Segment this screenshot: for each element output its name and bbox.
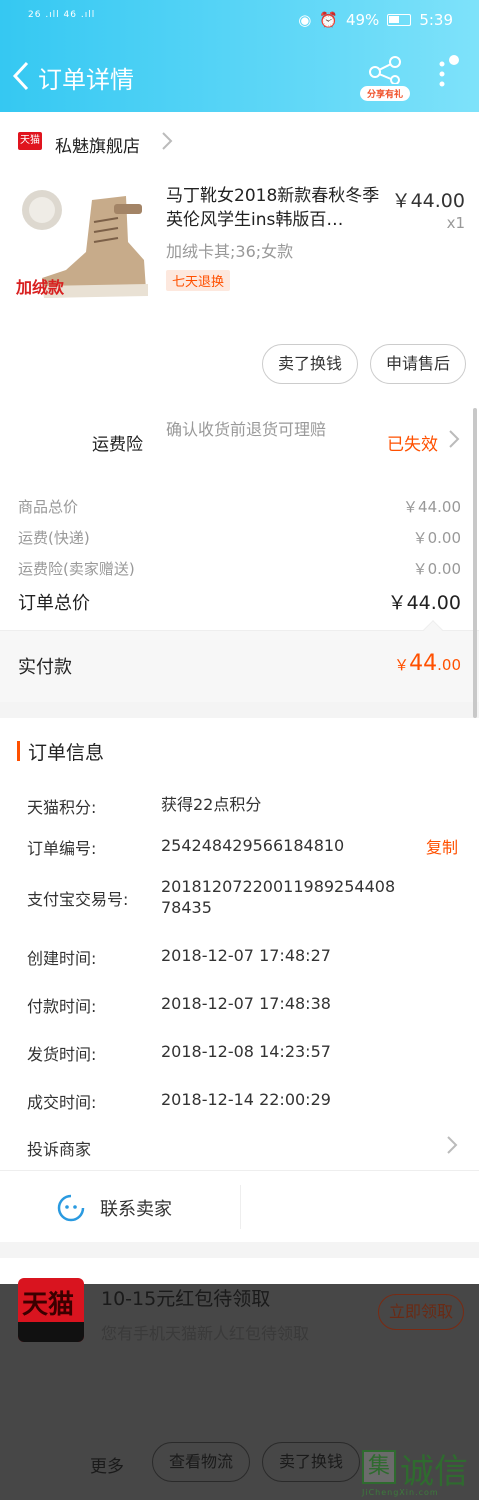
paid-amount-row: 实付款 ￥44.00 bbox=[0, 620, 479, 702]
bottom-sell-button[interactable]: 卖了换钱 bbox=[262, 1442, 360, 1482]
chat-icon[interactable] bbox=[56, 1193, 86, 1223]
status-right: ◉ ⏰ 49% 5:39 bbox=[298, 11, 453, 29]
info-key-completed: 成交时间: bbox=[27, 1093, 97, 1112]
info-value-completed: 2018-12-14 22:00:29 bbox=[161, 1090, 331, 1109]
navbar: 订单详情 分享有礼 bbox=[0, 46, 479, 106]
status-bar: 26 .ıll 46 .ıll ◉ ⏰ 49% 5:39 bbox=[0, 0, 479, 40]
watermark-sub: JiChengXin.com bbox=[362, 1488, 439, 1497]
copy-button[interactable]: 复制 bbox=[426, 834, 458, 858]
goods-total-label: 商品总价 bbox=[18, 498, 79, 516]
paid-value: ￥44.00 bbox=[394, 651, 461, 676]
product-quantity: x1 bbox=[446, 214, 465, 232]
tmall-logo-text: 天猫 bbox=[22, 1290, 75, 1320]
claim-button[interactable]: 立即领取 bbox=[378, 1294, 464, 1330]
paid-decimal: .00 bbox=[437, 656, 461, 674]
shipping-insurance-desc: 确认收货前退货可理赔 bbox=[166, 420, 327, 439]
watermark-box: 集 bbox=[362, 1450, 396, 1484]
product-sku: 加绒卡其;36;女款 bbox=[166, 242, 294, 261]
share-label: 分享有礼 bbox=[360, 86, 410, 101]
info-value-created: 2018-12-07 17:48:27 bbox=[161, 946, 331, 965]
battery-percent: 49% bbox=[345, 11, 380, 29]
store-name[interactable]: 私魅旗舰店 bbox=[55, 132, 140, 157]
section-accent-bar bbox=[17, 741, 20, 761]
paid-label: 实付款 bbox=[18, 657, 72, 678]
contact-bar: 联系卖家 bbox=[0, 1170, 479, 1242]
product-image-badge: 加绒款 bbox=[16, 278, 65, 297]
info-key-alipay-number: 支付宝交易号: bbox=[27, 890, 129, 909]
sell-button[interactable]: 卖了换钱 bbox=[262, 344, 358, 384]
divider bbox=[240, 1185, 241, 1229]
more-button[interactable]: 更多 bbox=[90, 1452, 124, 1477]
scrollbar[interactable] bbox=[473, 408, 477, 718]
order-info-card: 订单信息 天猫积分: 获得22点积分 订单编号: 254248429566184… bbox=[0, 718, 479, 1170]
after-sale-button[interactable]: 申请售后 bbox=[370, 344, 466, 384]
chevron-right-icon[interactable] bbox=[447, 428, 461, 450]
watermark-logo: 集 诚信 JiChengXin.com bbox=[362, 1442, 479, 1500]
info-key-created: 创建时间: bbox=[27, 949, 97, 968]
paid-currency: ￥ bbox=[394, 656, 410, 674]
paid-integer: 44 bbox=[409, 651, 438, 676]
order-total-label: 订单总价 bbox=[18, 593, 90, 614]
insurance-fee-label: 运费险(卖家赠送) bbox=[18, 560, 135, 578]
info-key-points: 天猫积分: bbox=[27, 798, 97, 817]
price-summary-card: 运费险 确认收货前退货可理赔 已失效 商品总价 ￥44.00 运费(快递) ￥0… bbox=[0, 402, 479, 702]
info-value-paid: 2018-12-07 17:48:38 bbox=[161, 994, 331, 1013]
shipping-insurance-label: 运费险 bbox=[92, 435, 143, 455]
product-title[interactable]: 马丁靴女2018新款春秋冬季英伦风学生ins韩版百… bbox=[166, 184, 388, 232]
info-key-shipped: 发货时间: bbox=[27, 1045, 97, 1064]
share-icon bbox=[369, 56, 401, 85]
insurance-fee-value: ￥0.00 bbox=[412, 560, 461, 578]
chevron-right-icon[interactable] bbox=[446, 1134, 458, 1156]
clock: 5:39 bbox=[419, 11, 453, 29]
share-button[interactable]: 分享有礼 bbox=[360, 54, 410, 102]
tmall-face bbox=[18, 1322, 84, 1342]
notch bbox=[423, 620, 443, 640]
shipping-fee-label: 运费(快递) bbox=[18, 529, 90, 547]
chevron-right-icon[interactable] bbox=[160, 130, 174, 152]
shipping-fee-value: ￥0.00 bbox=[412, 529, 461, 547]
page-title: 订单详情 bbox=[38, 66, 134, 94]
watermark-text: 诚信 bbox=[400, 1452, 468, 1492]
product-image[interactable]: 加绒款 bbox=[14, 182, 154, 310]
info-value-alipay-number: 20181207220011989254408 78435 bbox=[161, 877, 396, 917]
store-card: 天猫 私魅旗舰店 加绒款 马丁靴女2018新款春秋冬季英伦风学生ins韩版百… … bbox=[0, 112, 479, 402]
promo-title: 10-15元红包待领取 bbox=[101, 1288, 271, 1310]
tmall-logo-icon: 天猫 bbox=[18, 132, 42, 150]
complaint-link[interactable]: 投诉商家 bbox=[27, 1136, 91, 1160]
product-price: ￥44.00 bbox=[391, 190, 465, 212]
info-value-shipped: 2018-12-08 14:23:57 bbox=[161, 1042, 331, 1061]
goods-total-value: ￥44.00 bbox=[403, 498, 461, 516]
promo-subtitle: 您有手机天猫新人红包待领取 bbox=[101, 1324, 310, 1343]
tmall-app-icon: 天猫 bbox=[18, 1278, 84, 1342]
eye-icon: ◉ bbox=[298, 11, 312, 29]
info-key-order-number: 订单编号: bbox=[27, 839, 97, 858]
return-policy-tag: 七天退换 bbox=[166, 270, 231, 291]
view-logistics-button[interactable]: 查看物流 bbox=[152, 1442, 250, 1482]
info-value-order-number: 254248429566184810 bbox=[161, 836, 345, 855]
shipping-insurance-status[interactable]: 已失效 bbox=[387, 430, 438, 455]
contact-seller-button[interactable]: 联系卖家 bbox=[100, 1195, 172, 1221]
info-value-points: 获得22点积分 bbox=[161, 795, 262, 814]
order-info-title: 订单信息 bbox=[28, 742, 105, 764]
network-indicator: 26 .ıll 46 .ıll bbox=[28, 10, 96, 20]
header: 26 .ıll 46 .ıll ◉ ⏰ 49% 5:39 订单详情 分享有礼 bbox=[0, 0, 479, 112]
battery-icon bbox=[387, 14, 412, 26]
info-key-paid: 付款时间: bbox=[27, 997, 97, 1016]
order-total-value: ￥44.00 bbox=[387, 592, 461, 614]
alarm-icon: ⏰ bbox=[319, 11, 338, 29]
back-arrow-icon[interactable] bbox=[10, 60, 32, 92]
more-options-icon[interactable] bbox=[432, 54, 462, 94]
